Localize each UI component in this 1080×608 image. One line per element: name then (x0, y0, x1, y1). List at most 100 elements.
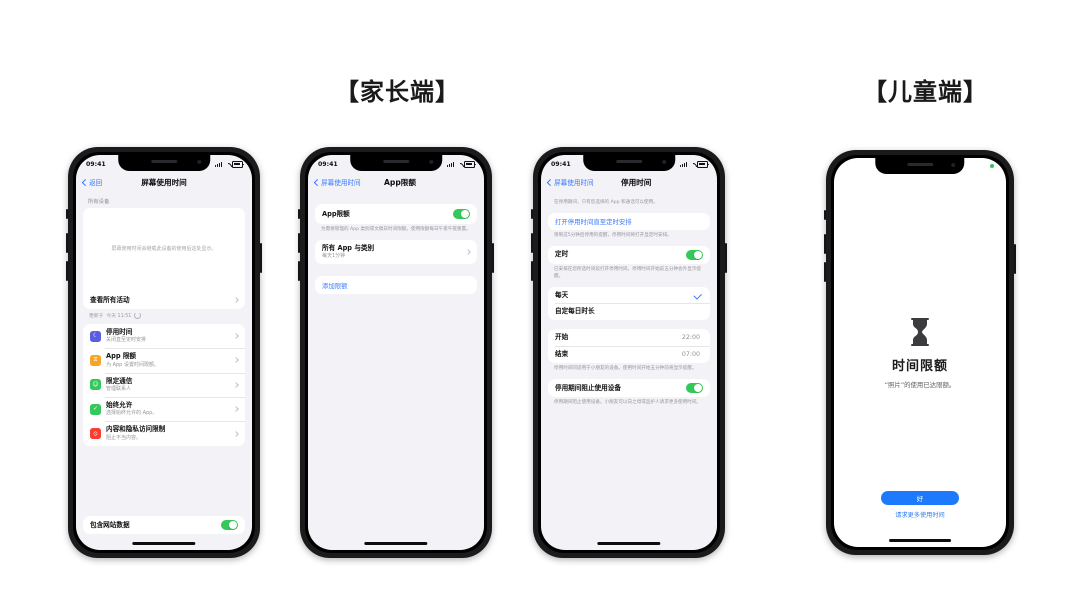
chevron-right-icon (233, 382, 239, 388)
nav-bar: 返回 屏幕使用时间 (76, 172, 252, 192)
list-item-always-allowed[interactable]: ✓ 始终允许 选择始终允许的 App。 (83, 397, 245, 421)
signal-bars-icon (447, 162, 454, 167)
section-heading-child: 【儿童端】 (863, 78, 988, 106)
updated-stamp: 更新于 今天 11:51 (83, 309, 245, 319)
schedule-row[interactable]: 定时 (548, 246, 710, 264)
phone-child-limit: 时间限额 “照片”的使用已达限额。 好 请求更多使用时间 (824, 150, 1016, 555)
notch (118, 155, 210, 171)
refresh-icon[interactable] (134, 311, 142, 319)
screenshot-canvas: 【家长端】 【儿童端】 09:41 返回 屏幕使用时间 所有设备 屏幕使用时间会… (0, 0, 1080, 608)
status-time: 09:41 (86, 161, 106, 168)
website-data-toggle[interactable] (221, 520, 238, 530)
notch (583, 155, 675, 171)
time-limit-body: 时间限额 “照片”的使用已达限额。 (834, 158, 1006, 547)
list-item-title: 内容和隐私访问限制 (106, 425, 166, 434)
wifi-icon (224, 162, 230, 167)
chevron-right-icon (233, 333, 239, 339)
downtime-icon: ☾ (90, 330, 101, 342)
app-limits-toggle-row[interactable]: App限额 (315, 204, 477, 224)
back-label: 返回 (89, 179, 103, 187)
hourglass-icon (911, 317, 929, 346)
battery-icon (232, 161, 244, 168)
app-limits-toggle-card: App限额 (315, 204, 477, 224)
list-item-sub: 管理联系人 (106, 386, 132, 393)
chart-empty-text: 屏幕使用时间会继载此设备的使用后这处显示。 (111, 246, 217, 253)
phone-screen-time: 09:41 返回 屏幕使用时间 所有设备 屏幕使用时间会继载此设备的使用后这处显… (66, 147, 262, 558)
time-limit-title: 时间限额 (891, 358, 948, 374)
back-button[interactable]: 屏幕使用时间 (547, 177, 594, 187)
signal-bars-icon (680, 162, 687, 167)
time-value: 22:00 (681, 334, 700, 342)
block-device-card: 停用期间阻止使用设备 (548, 379, 710, 398)
time-label: 开始 (555, 333, 569, 342)
chevron-right-icon (233, 406, 239, 413)
wifi-icon (689, 162, 695, 167)
page-title: 屏幕使用时间 (141, 177, 187, 187)
notch (875, 158, 965, 174)
request-more-time-link[interactable]: 请求更多使用时间 (895, 510, 945, 519)
block-device-row[interactable]: 停用期间阻止使用设备 (548, 379, 710, 397)
website-data-label: 包含网站数据 (90, 520, 130, 529)
app-limits-icon: ⧖ (90, 354, 101, 366)
status-time: 09:41 (551, 161, 571, 168)
list-item-content-privacy[interactable]: ⦸ 内容和隐私访问限制 阻止不当内容。 (83, 421, 245, 445)
list-item-sub: 为 App 设置时间限额。 (106, 361, 159, 368)
website-data-row[interactable]: 包含网站数据 (83, 516, 245, 534)
content-area: 在停用期间，只有您选择的 App 和通话可以使用。 打开停用时间直至定时安排 限… (541, 192, 717, 550)
back-button[interactable]: 返回 (82, 177, 103, 187)
front-camera-icon (428, 160, 433, 164)
view-all-activity-row[interactable]: 查看所有活动 (83, 292, 245, 309)
website-data-card: 包含网站数据 (83, 516, 245, 534)
chevron-right-icon (233, 357, 239, 364)
back-button[interactable]: 屏幕使用时间 (314, 177, 361, 187)
updated-label: 更新于 (89, 313, 104, 319)
green-dot-icon (990, 164, 994, 168)
all-apps-sub: 每天1分钟 (322, 253, 346, 260)
section-heading-parent: 【家长端】 (335, 78, 460, 106)
home-indicator (364, 542, 428, 545)
mode-options-card: 每天 自定每日时长 (548, 286, 710, 321)
battery-icon (697, 161, 709, 168)
turn-on-footnote: 限制这5分钟后停用的提醒，停用时间将打开显定时安排。 (554, 232, 672, 238)
phone-downtime: 09:41 屏幕使用时间 停用时间 在停用期间，只有您选择的 App 和通话可以… (531, 147, 727, 558)
list-item-communication-limits[interactable]: ☺ 限定通信 管理联系人 (83, 372, 245, 397)
front-camera-icon (196, 160, 201, 164)
settings-list-card: ☾ 停用时间 关闭直至定时安排 ⧖ App 限额 为 App 设置时间限额。 ☺… (83, 323, 245, 446)
time-row-start[interactable]: 开始 22:00 (548, 329, 710, 346)
times-footnote: 停用时间同适用于小朋友的设备。使用时间开始五分钟前将显示提醒。 (554, 366, 697, 372)
app-limits-footnote: 为需要管理的 App 类别或文稿日时间限额。使用限额每日午夜午夜重置。 (321, 227, 471, 232)
wifi-icon (456, 162, 462, 167)
all-apps-row[interactable]: 所有 App 与类别 每天1分钟 (315, 240, 477, 264)
list-item-title: 始终允许 (106, 401, 133, 410)
turn-on-downtime-row[interactable]: 打开停用时间直至定时安排 (548, 213, 710, 230)
mode-option-every-day[interactable]: 每天 (548, 287, 710, 304)
updated-value: 今天 11:51 (106, 313, 132, 319)
app-limits-toggle[interactable] (453, 209, 470, 219)
block-device-label: 停用期间阻止使用设备 (555, 383, 621, 392)
time-limit-actions: 好 请求更多使用时间 (834, 491, 1006, 519)
chevron-left-icon (547, 178, 554, 186)
list-item-app-limits[interactable]: ⧖ App 限额 为 App 设置时间限额。 (83, 348, 245, 372)
add-limit-row[interactable]: 添加限额 (315, 276, 477, 294)
phone-app-limits: 09:41 屏幕使用时间 App限额 App限额 为需要管理的 App 类别或文… (298, 147, 494, 558)
home-indicator (132, 542, 196, 545)
content-privacy-icon: ⦸ (90, 428, 101, 440)
schedule-footnote: 已安排在您所选时间段打开停用时间。停用时间开始前五分钟会外显示提醒。 (554, 266, 702, 279)
always-allowed-icon: ✓ (90, 403, 101, 415)
checkmark-icon (693, 290, 702, 300)
list-item-downtime[interactable]: ☾ 停用时间 关闭直至定时安排 (83, 324, 245, 348)
time-value: 07:00 (681, 351, 700, 359)
app-limits-label: App限额 (322, 209, 350, 218)
chevron-left-icon (314, 178, 321, 186)
ok-button[interactable]: 好 (881, 491, 959, 505)
schedule-toggle[interactable] (686, 249, 703, 260)
content-area: 所有设备 屏幕使用时间会继载此设备的使用后这处显示。 查看所有活动 更新于 今天… (76, 192, 252, 550)
time-label: 结束 (555, 350, 569, 359)
time-row-end[interactable]: 结束 07:00 (548, 346, 710, 363)
communication-limits-icon: ☺ (90, 379, 101, 391)
block-device-footnote: 停用期间阻止使用设备。小朋友可以向之母或监护人请求更多使用时间。 (554, 400, 702, 406)
turn-on-downtime-card: 打开停用时间直至定时安排 (548, 212, 710, 230)
block-device-toggle[interactable] (686, 383, 703, 394)
status-time: 09:41 (318, 161, 338, 168)
mode-option-custom[interactable]: 自定每日时长 (548, 303, 710, 320)
